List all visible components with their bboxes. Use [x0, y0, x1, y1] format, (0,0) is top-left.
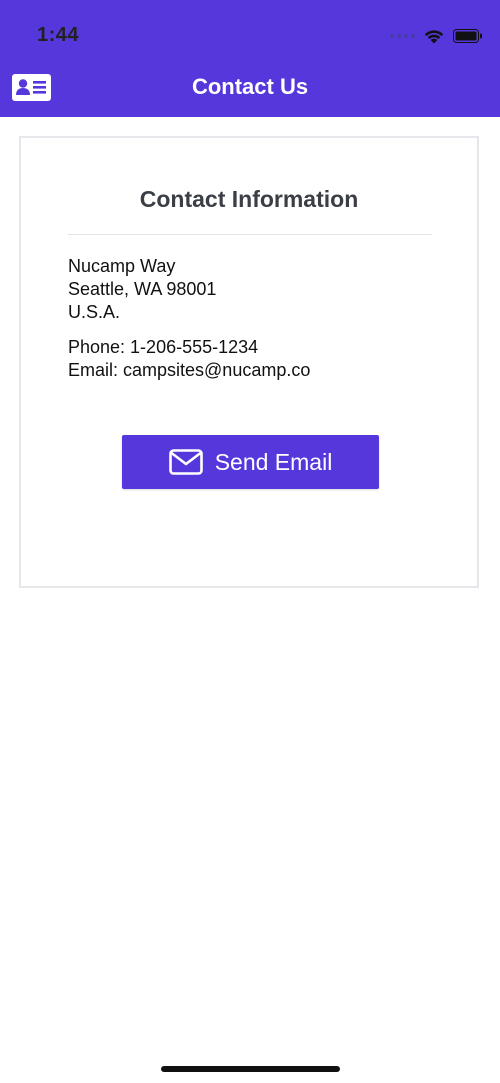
card-divider [68, 234, 432, 235]
battery-icon [453, 29, 482, 43]
contact-card: Contact Information Nucamp Way Seattle, … [19, 136, 479, 588]
cellular-signal-icon [390, 34, 415, 38]
wifi-icon [424, 30, 444, 44]
app-header: 1:44 Contact Us [0, 0, 500, 117]
contact-details: Phone: 1-206-555-1234 Email: campsites@n… [68, 336, 310, 382]
phone-text: Phone: 1-206-555-1234 [68, 337, 259, 357]
send-email-button[interactable]: Send Email [122, 435, 379, 489]
send-email-label: Send Email [214, 448, 333, 475]
status-indicators [390, 24, 483, 48]
address-line: Nucamp Way [68, 256, 176, 276]
address-block: Nucamp Way Seattle, WA 98001 U.S.A. [68, 255, 216, 324]
envelope-icon [168, 449, 203, 475]
page-title: Contact Us [191, 74, 309, 99]
email-text: Email: campsites@nucamp.co [68, 360, 311, 380]
home-indicator[interactable] [161, 1066, 340, 1072]
status-time: 1:44 [37, 24, 80, 46]
card-title: Contact Information [139, 186, 359, 212]
address-line: Seattle, WA 98001 [68, 279, 217, 299]
address-line: U.S.A. [68, 302, 121, 322]
